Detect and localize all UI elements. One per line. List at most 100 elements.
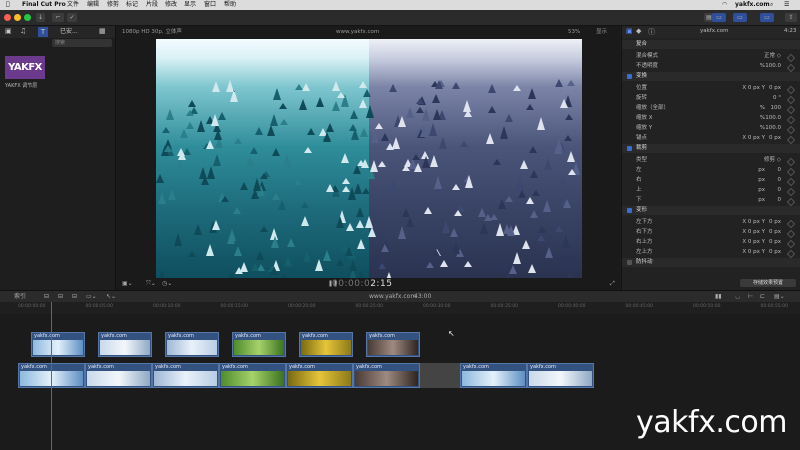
audio-meter-icon[interactable]: ▮▮ (715, 291, 722, 302)
playhead[interactable] (51, 302, 52, 450)
view-options-icon[interactable]: ▣⌄ (122, 280, 133, 287)
inspector-row[interactable]: 缩放 Y% 100.0 (622, 124, 800, 135)
row-value[interactable]: 0 px (769, 84, 781, 93)
grid-view-icon[interactable]: ▦ (99, 27, 106, 35)
keyframe-icon[interactable] (786, 53, 796, 63)
search-icon[interactable]: ⌕ (770, 0, 773, 10)
layout-browser-button[interactable]: ▭ (712, 13, 726, 22)
timeline-clip[interactable]: yakfx.com (219, 363, 286, 388)
select-tool-icon[interactable]: ↖⌄ (106, 291, 116, 302)
layout-timeline-button[interactable]: ▭ (733, 13, 747, 22)
timeline-clip[interactable]: yakfx.com (527, 363, 594, 388)
inspector-row[interactable]: 右上方 X 0 px Y 0 px (622, 238, 800, 249)
speed-icon[interactable]: ◷⌄ (162, 280, 172, 287)
transform-tool-icon[interactable]: ⤧⌄ (146, 280, 156, 288)
inspector-row[interactable]: 左上方 X 0 px Y 0 px (622, 248, 800, 259)
keyframe-icon[interactable] (786, 157, 796, 167)
row-value[interactable]: 0 px (769, 248, 781, 257)
gap-clip[interactable] (420, 363, 460, 388)
timeline-zoom-icon[interactable]: ▤⌄ (774, 291, 785, 302)
keyframe-icon[interactable] (786, 187, 796, 197)
inspector-row[interactable]: 类型 修剪 ◇ (622, 156, 800, 167)
menu-modify[interactable]: 修改 (165, 0, 177, 10)
inspector-row[interactable]: 位置 X 0 px Y 0 px (622, 84, 800, 95)
inspector-row[interactable]: 锚点 X 0 px Y 0 px (622, 134, 800, 145)
timeline-clip[interactable]: yakfx.com (286, 363, 353, 388)
inspector-section[interactable]: 变形 (622, 206, 800, 215)
viewer-display-menu[interactable]: 显示 (596, 26, 607, 38)
menu-window[interactable]: 窗口 (204, 0, 216, 10)
menu-file[interactable]: 文件 (67, 0, 79, 10)
keyframe-icon[interactable] (786, 219, 796, 229)
menu-clip[interactable]: 片段 (146, 0, 158, 10)
row-value[interactable]: 0 ° (773, 94, 781, 103)
menu-help[interactable]: 帮助 (224, 0, 236, 10)
share-icon[interactable]: ⇪ (785, 13, 797, 22)
row-value[interactable]: 0 px (769, 228, 781, 237)
row-value[interactable]: 100.0 (765, 124, 781, 133)
headphones-icon[interactable]: ◡ (735, 291, 740, 302)
save-effects-preset-button[interactable]: 存储效果预置 (740, 279, 796, 287)
library-selector[interactable]: 已安... (60, 27, 88, 36)
keyframe-icon[interactable] (786, 249, 796, 259)
index-button[interactable]: 索引 (14, 291, 26, 302)
row-value[interactable]: 100 (771, 104, 782, 113)
clip-appearance-icon[interactable]: ▭⌄ (86, 291, 97, 302)
inspector-section[interactable]: 变换 (622, 72, 800, 81)
section-checkbox[interactable] (627, 146, 632, 151)
keyframe-icon[interactable] (786, 229, 796, 239)
section-checkbox[interactable] (627, 208, 632, 213)
info-icon[interactable]: ⓘ (648, 27, 655, 37)
timeline-clip[interactable]: yakfx.com (460, 363, 527, 388)
row-value[interactable]: 0 px (769, 218, 781, 227)
video-frame[interactable] (156, 39, 582, 278)
photos-icon[interactable]: ♫ (20, 27, 26, 35)
insert-clip-icon[interactable]: ⊟ (58, 291, 63, 302)
append-clip-icon[interactable]: ⊟ (72, 291, 77, 302)
row-value[interactable]: 0 (778, 196, 782, 205)
keyword-button[interactable]: ⌐ (52, 13, 64, 22)
inspector-row[interactable]: 右 px 0 (622, 176, 800, 187)
list-icon[interactable]: ☰ (784, 0, 789, 10)
search-input[interactable]: 搜索 (52, 39, 112, 47)
timeline-clip[interactable]: yakfx.com (152, 363, 219, 388)
timeline-clip[interactable]: yakfx.com (31, 332, 85, 357)
timeline-clip[interactable]: yakfx.com (366, 332, 420, 357)
keyframe-icon[interactable] (786, 197, 796, 207)
timeline-clip[interactable]: yakfx.com (232, 332, 286, 357)
menu-mark[interactable]: 标记 (126, 0, 138, 10)
inspector-row[interactable]: 左 px 0 (622, 166, 800, 177)
color-inspector-icon[interactable]: ◆ (636, 27, 641, 35)
close-button[interactable] (4, 14, 11, 21)
keyframe-icon[interactable] (786, 85, 796, 95)
keyframe-icon[interactable] (786, 95, 796, 105)
snapping-icon[interactable]: ⊏ (760, 291, 765, 302)
keyframe-icon[interactable] (786, 115, 796, 125)
inspector-row[interactable]: 右下方 X 0 px Y 0 px (622, 228, 800, 239)
inspector-section[interactable]: 裁剪 (622, 144, 800, 153)
keyframe-icon[interactable] (786, 63, 796, 73)
menu-trim[interactable]: 修剪 (107, 0, 119, 10)
timeline-clip[interactable]: yakfx.com (98, 332, 152, 357)
keyframe-icon[interactable] (786, 135, 796, 145)
keyframe-icon[interactable] (786, 167, 796, 177)
keyframe-icon[interactable] (786, 105, 796, 115)
apple-icon[interactable]:  (6, 0, 10, 10)
row-value[interactable]: 0 (778, 166, 782, 175)
row-value[interactable]: 修剪 ◇ (764, 156, 781, 165)
timeline-clip[interactable]: yakfx.com (165, 332, 219, 357)
timeline-ruler[interactable]: 00:00:00:00 00:00:05:00 00:00:10:00 00:00:1… (0, 302, 800, 314)
inspector-row[interactable]: 不透明度% 100.0 (622, 62, 800, 73)
inspector-row[interactable]: 混合模式 正常 ◇ (622, 52, 800, 63)
menu-app-name[interactable]: Final Cut Pro (22, 0, 66, 10)
menu-edit[interactable]: 编辑 (87, 0, 99, 10)
keyframe-icon[interactable] (786, 239, 796, 249)
connect-clip-icon[interactable]: ⊟ (44, 291, 49, 302)
section-checkbox[interactable] (627, 74, 632, 79)
row-value[interactable]: 0 (778, 176, 782, 185)
row-value[interactable]: 0 px (769, 238, 781, 247)
row-value[interactable]: 正常 ◇ (764, 52, 781, 61)
row-value[interactable]: 100.0 (765, 62, 781, 71)
import-button[interactable]: ↓ (36, 13, 45, 22)
library-icon[interactable]: ▣ (5, 27, 12, 35)
